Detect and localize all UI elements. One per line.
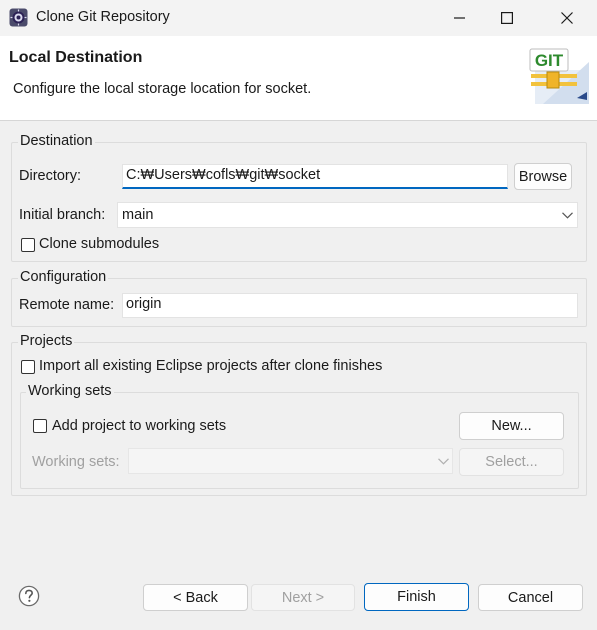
cancel-button[interactable]: Cancel	[478, 584, 583, 611]
initial-branch-label: Initial branch:	[19, 207, 106, 223]
close-icon	[561, 12, 573, 24]
new-working-set-button[interactable]: New...	[459, 412, 564, 440]
working-sets-label: Working sets:	[32, 454, 120, 470]
back-button[interactable]: < Back	[143, 584, 248, 611]
next-button[interactable]: Next >	[251, 584, 355, 611]
destination-legend: Destination	[18, 133, 95, 149]
git-logo-text: GIT	[535, 51, 564, 70]
initial-branch-value: main	[122, 207, 154, 223]
configuration-legend: Configuration	[18, 269, 109, 285]
eclipse-icon	[9, 8, 28, 27]
directory-value: C:₩Users₩cofls₩git₩socket	[126, 167, 321, 183]
directory-input[interactable]: C:₩Users₩cofls₩git₩socket	[122, 164, 508, 189]
git-logo-icon: GIT	[529, 48, 589, 104]
remote-name-value: origin	[126, 296, 162, 312]
chevron-down-icon	[438, 458, 449, 465]
browse-button[interactable]: Browse	[514, 163, 572, 190]
maximize-button[interactable]	[483, 0, 531, 36]
directory-label: Directory:	[19, 168, 82, 184]
add-to-working-sets-checkbox[interactable]	[33, 419, 47, 433]
projects-legend: Projects	[18, 333, 75, 349]
chevron-down-icon	[562, 212, 573, 219]
clone-submodules-checkbox[interactable]	[21, 238, 35, 252]
import-projects-label[interactable]: Import all existing Eclipse projects aft…	[39, 358, 382, 374]
help-icon[interactable]	[18, 585, 40, 607]
working-sets-select[interactable]	[128, 448, 453, 474]
page-title: Local Destination	[9, 49, 143, 66]
minimize-button[interactable]	[436, 0, 484, 36]
remote-name-label: Remote name:	[19, 297, 115, 313]
remote-name-input[interactable]: origin	[122, 293, 578, 318]
select-working-sets-button[interactable]: Select...	[459, 448, 564, 476]
page-description: Configure the local storage location for…	[13, 81, 312, 97]
clone-submodules-label[interactable]: Clone submodules	[39, 236, 159, 252]
title-bar: Clone Git Repository	[0, 0, 597, 36]
minimize-icon	[454, 17, 465, 19]
maximize-icon	[501, 12, 513, 24]
finish-button[interactable]: Finish	[364, 583, 469, 611]
initial-branch-select[interactable]: main	[117, 202, 578, 228]
working-sets-legend: Working sets	[26, 383, 114, 399]
import-projects-checkbox[interactable]	[21, 360, 35, 374]
add-to-working-sets-label[interactable]: Add project to working sets	[52, 418, 226, 434]
window-title: Clone Git Repository	[36, 9, 170, 25]
close-button[interactable]	[543, 0, 591, 36]
